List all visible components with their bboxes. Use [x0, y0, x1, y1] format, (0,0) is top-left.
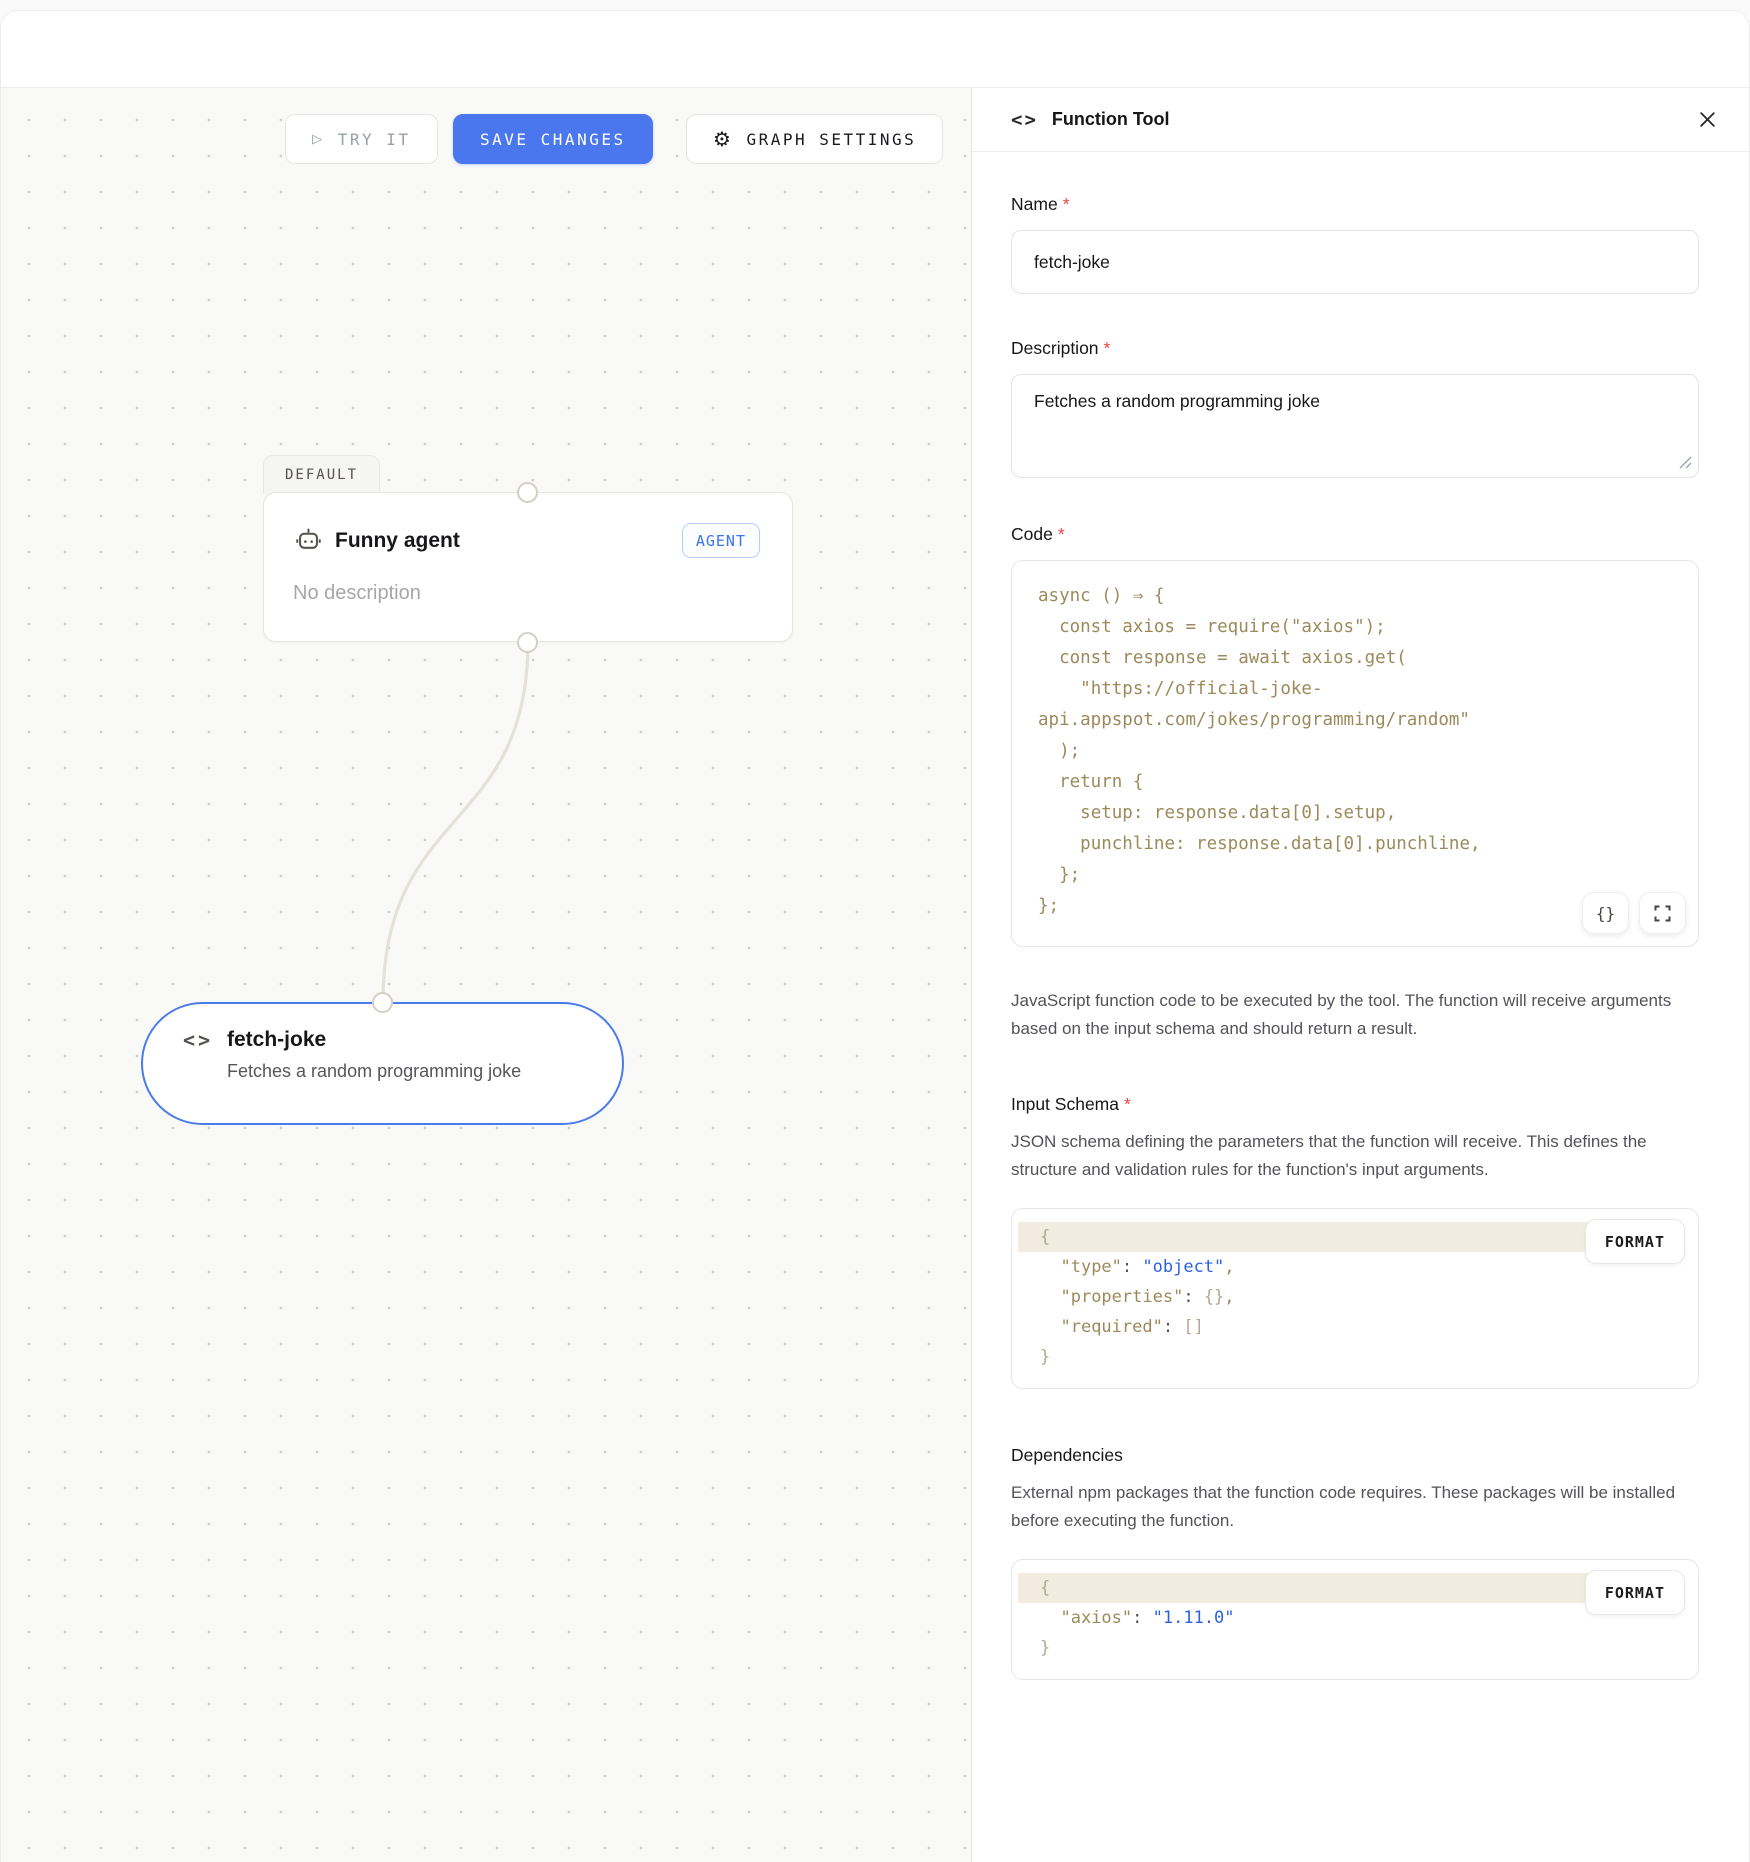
tool-node-title: fetch-joke	[227, 1028, 326, 1052]
panel-body: Name* Description* Fetches a random prog…	[972, 152, 1749, 1862]
tool-node-fetch-joke[interactable]: <> fetch-joke Fetches a random programmi…	[141, 1002, 624, 1125]
description-textarea[interactable]: Fetches a random programming joke	[1011, 374, 1699, 478]
dependencies-label: Dependencies	[1011, 1445, 1699, 1466]
name-field-section: Name*	[1011, 194, 1699, 294]
description-field-section: Description* Fetches a random programmin…	[1011, 338, 1699, 478]
format-button[interactable]: FORMAT	[1585, 1219, 1685, 1264]
agent-input-port[interactable]	[517, 482, 538, 503]
panel-title: Function Tool	[1052, 109, 1170, 130]
edge-connector	[1, 88, 972, 1862]
top-bar	[1, 11, 1749, 88]
try-it-label: TRY IT	[338, 130, 411, 149]
function-tool-panel: <> Function Tool Name* Description*	[972, 88, 1749, 1862]
name-label: Name*	[1011, 194, 1699, 215]
robot-icon	[295, 527, 322, 554]
required-asterisk: *	[1124, 1094, 1131, 1114]
save-changes-button[interactable]: SAVE CHANGES	[453, 114, 653, 164]
input-schema-label: Input Schema*	[1011, 1094, 1699, 1115]
expand-fullscreen-button[interactable]	[1639, 892, 1686, 934]
format-braces-button[interactable]: {}	[1582, 892, 1629, 934]
graph-settings-button[interactable]: ⚙ GRAPH SETTINGS	[686, 114, 943, 164]
try-it-button[interactable]: ▷ TRY IT	[285, 114, 438, 164]
dependencies-section: Dependencies External npm packages that …	[1011, 1445, 1699, 1680]
close-icon[interactable]	[1693, 106, 1721, 134]
input-schema-help-text: JSON schema defining the parameters that…	[1011, 1128, 1699, 1183]
group-tab-default[interactable]: DEFAULT	[263, 455, 380, 494]
agent-type-badge: AGENT	[682, 523, 760, 558]
name-input[interactable]	[1011, 230, 1699, 294]
tool-input-port[interactable]	[372, 992, 393, 1013]
resize-handle-icon[interactable]	[1679, 456, 1692, 469]
code-help-text: JavaScript function code to be executed …	[1011, 987, 1699, 1042]
play-icon: ▷	[312, 129, 325, 149]
save-changes-label: SAVE CHANGES	[480, 130, 626, 149]
input-schema-section: Input Schema* JSON schema defining the p…	[1011, 1094, 1699, 1389]
required-asterisk: *	[1104, 338, 1111, 358]
required-asterisk: *	[1063, 194, 1070, 214]
code-editor[interactable]: async () ⇒ { const axios = require("axio…	[1011, 560, 1699, 947]
main-area: ▷ TRY IT SAVE CHANGES ⚙ GRAPH SETTINGS D…	[1, 88, 1749, 1862]
tool-node-description: Fetches a random programming joke	[227, 1061, 592, 1082]
input-schema-editor[interactable]: { "type": "object", "properties": {}, "r…	[1011, 1208, 1699, 1389]
agent-node-description: No description	[293, 582, 760, 605]
agent-node-title: Funny agent	[335, 529, 460, 553]
dependencies-help-text: External npm packages that the function …	[1011, 1479, 1699, 1534]
graph-canvas[interactable]: ▷ TRY IT SAVE CHANGES ⚙ GRAPH SETTINGS D…	[1, 88, 972, 1862]
gear-icon: ⚙	[713, 129, 733, 149]
agent-node[interactable]: Funny agent AGENT No description	[263, 492, 793, 642]
code-editor-content[interactable]: async () ⇒ { const axios = require("axio…	[1012, 561, 1698, 946]
app-window: ▷ TRY IT SAVE CHANGES ⚙ GRAPH SETTINGS D…	[0, 10, 1750, 1862]
panel-header: <> Function Tool	[972, 88, 1749, 152]
group-tab-label: DEFAULT	[285, 467, 358, 483]
format-button[interactable]: FORMAT	[1585, 1570, 1685, 1615]
code-field-section: Code* async () ⇒ { const axios = require…	[1011, 524, 1699, 1042]
code-label: Code*	[1011, 524, 1699, 545]
description-label: Description*	[1011, 338, 1699, 359]
dependencies-editor[interactable]: { "axios": "1.11.0"} FORMAT	[1011, 1559, 1699, 1680]
fullscreen-icon	[1654, 905, 1671, 922]
code-brackets-icon: <>	[1011, 109, 1038, 131]
agent-output-port[interactable]	[517, 632, 538, 653]
required-asterisk: *	[1058, 524, 1065, 544]
code-brackets-icon: <>	[183, 1028, 227, 1052]
graph-settings-label: GRAPH SETTINGS	[746, 130, 916, 149]
